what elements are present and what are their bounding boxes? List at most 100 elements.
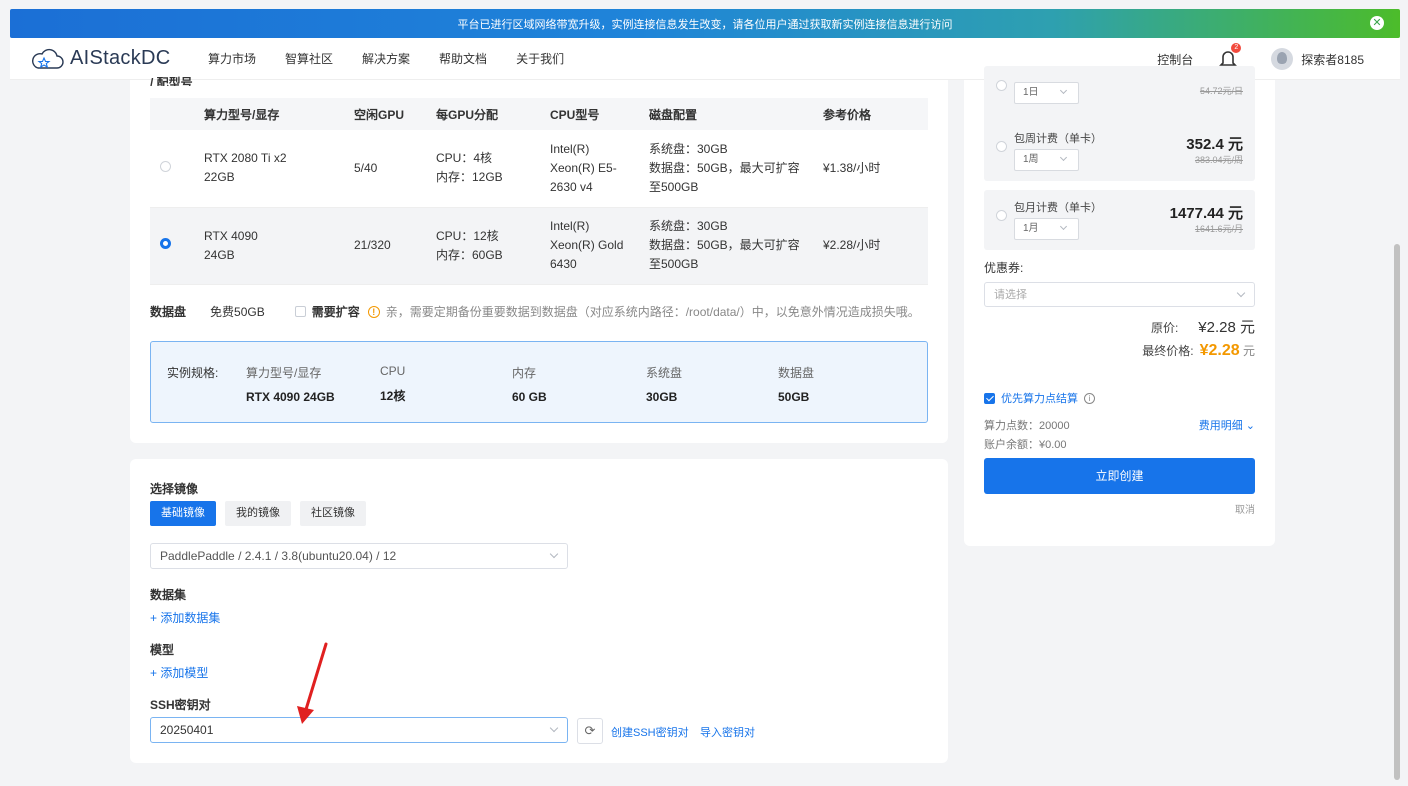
create-now-button[interactable]: 立即创建 [984, 458, 1255, 494]
spec-cpu: CPU 12核 [380, 364, 406, 403]
cpu-model: 2630 v4 [550, 179, 593, 194]
chevron-down-icon [1236, 288, 1246, 298]
plan-orig-price: 54.72元/日 [1199, 86, 1243, 96]
tab-community-image[interactable]: 社区镜像 [300, 501, 366, 526]
original-price-line: 原价: ¥2.28 元 [1151, 316, 1255, 337]
create-ssh-key-link[interactable]: 创建SSH密钥对 [611, 724, 689, 740]
period-select[interactable]: 1周 [1014, 149, 1079, 171]
header-cpu: CPU型号 [550, 98, 649, 130]
model-title: 模型 [150, 643, 175, 657]
chevron-down-icon [1059, 153, 1068, 162]
gpu-selection-card: / 配型号 算力型号/显存 空闲GPU 每GPU分配 CPU型号 磁盘配置 参考… [130, 76, 948, 443]
chevron-down-icon [1059, 222, 1068, 231]
priority-checkbox[interactable] [984, 392, 995, 404]
import-key-link[interactable]: 导入密钥对 [700, 724, 755, 740]
plan-name: 包周计费（单卡） [1014, 133, 1102, 145]
logo-text: AIStackDC [70, 47, 171, 69]
expand-checkbox[interactable] [294, 306, 306, 317]
gpu-table: 算力型号/显存 空闲GPU 每GPU分配 CPU型号 磁盘配置 参考价格 RTX… [150, 98, 928, 285]
datadisk-row: 数据盘 免费50GB 需要扩容 ! 亲，需要定期备份重要数据到数据盘（对应系统内… [150, 303, 920, 320]
datadisk-tip: 亲，需要定期备份重要数据到数据盘（对应系统内路径：/root/data/）中，以… [385, 305, 920, 319]
final-price-line: 最终价格: ¥2.28 元 [1142, 342, 1255, 360]
table-row[interactable]: RTX 4090 24GB 21/320 CPU：12核 内存：60GB Intel… [150, 207, 928, 285]
gpu-type-filter-label: / 配型号 [150, 76, 193, 86]
expand-label[interactable]: 需要扩容 [312, 303, 360, 320]
coupon-placeholder: 请选择 [994, 289, 1027, 301]
final-price-label: 最终价格: [1142, 344, 1194, 358]
console-link[interactable]: 控制台 [1157, 51, 1193, 68]
header-disk: 磁盘配置 [649, 98, 823, 130]
plan-radio[interactable] [996, 80, 1007, 91]
chevron-down-icon [1059, 86, 1068, 95]
cancel-link[interactable]: 取消 [1235, 501, 1255, 516]
alloc-mem: 内存：12GB [436, 170, 503, 185]
gpu-model: RTX 2080 Ti x2 [204, 151, 287, 166]
plan-daily[interactable]: 1日 54.72元/日 [984, 66, 1255, 126]
banner-text: 平台已进行区域网络带宽升级，实例连接信息发生改变，请各位用户通过获取新实例连接信… [457, 18, 953, 31]
plan-radio[interactable] [996, 210, 1007, 221]
disk-config: 至500GB [649, 179, 699, 194]
nav-solutions[interactable]: 解决方案 [362, 50, 410, 67]
disk-config: 系统盘：30GB [649, 141, 728, 156]
instance-spec-box: 实例规格: 算力型号/显存 RTX 4090 24GB CPU 12核 内存 60 G… [150, 341, 928, 423]
nav-docs[interactable]: 帮助文档 [439, 50, 487, 67]
tab-base-image[interactable]: 基础镜像 [150, 501, 216, 526]
period-select[interactable]: 1月 [1014, 218, 1079, 240]
plan-radio[interactable] [996, 141, 1007, 152]
image-title: 选择镜像 [150, 482, 199, 496]
free-gpu: 21/320 [354, 207, 436, 285]
warning-icon: ! [367, 305, 380, 318]
spec-memory: 内存 60 GB [512, 366, 547, 404]
nav-community[interactable]: 智算社区 [285, 50, 333, 67]
ref-price: ¥1.38/小时 [823, 130, 928, 208]
free-gpu: 5/40 [354, 130, 436, 208]
account-balance: 账户余额：¥0.00 [984, 439, 1067, 451]
ssh-title: SSH密钥对 [150, 698, 211, 712]
alloc-cpu: CPU：12核 [436, 228, 499, 243]
notification-badge: 2 [1231, 43, 1242, 53]
disk-config: 系统盘：30GB [649, 219, 728, 233]
disk-config: 至500GB [649, 257, 699, 271]
order-summary-card: 1日 54.72元/日 包周计费（单卡） 1周 352.4 元 383.04元/… [964, 66, 1275, 546]
datadisk-label: 数据盘 [150, 305, 187, 319]
plan-name: 包月计费（单卡） [1014, 202, 1102, 214]
image-select[interactable]: PaddlePaddle / 2.4.1 / 3.8(ubuntu20.04) … [150, 543, 568, 569]
points-count: 算力点数：20000 [984, 420, 1070, 432]
info-icon[interactable]: i [1084, 392, 1095, 404]
nav-about[interactable]: 关于我们 [516, 50, 564, 67]
priority-label: 优先算力点结算 [1001, 393, 1078, 405]
gpu-mem: 24GB [204, 247, 235, 262]
fee-detail-link[interactable]: 费用明细 ⌄ [1199, 417, 1255, 433]
logo[interactable]: AIStackDC [30, 46, 200, 72]
tab-my-image[interactable]: 我的镜像 [225, 501, 291, 526]
period-select[interactable]: 1日 [1014, 82, 1079, 104]
image-select-value: PaddlePaddle / 2.4.1 / 3.8(ubuntu20.04) … [160, 549, 397, 563]
plan-monthly[interactable]: 包月计费（单卡） 1月 1477.44 元 1641.6元/月 [984, 190, 1255, 250]
close-circle-icon[interactable]: ✕ [1370, 16, 1384, 30]
ssh-key-select[interactable]: 20250401 [150, 717, 568, 743]
cpu-model: Xeon(R) Gold [550, 238, 624, 252]
final-price-unit: 元 [1242, 344, 1255, 358]
username[interactable]: 探索者8185 [1301, 51, 1364, 68]
refresh-icon[interactable]: ⟳ [577, 718, 603, 744]
add-model-link[interactable]: + 添加模型 [150, 664, 208, 681]
priority-points-option[interactable]: 优先算力点结算 i [984, 390, 1095, 406]
final-price-value: ¥2.28 [1199, 342, 1240, 359]
table-row[interactable]: RTX 2080 Ti x2 22GB 5/40 CPU：4核 内存：12GB In… [150, 130, 928, 208]
row-radio[interactable] [160, 160, 171, 172]
ref-price: ¥2.28/小时 [823, 207, 928, 285]
spec-system-disk: 系统盘 30GB [646, 366, 683, 404]
page-scrollbar[interactable] [1394, 244, 1400, 780]
chevron-down-icon [549, 723, 559, 733]
nav-compute-market[interactable]: 算力市场 [208, 50, 256, 67]
add-dataset-link[interactable]: + 添加数据集 [150, 609, 220, 626]
announcement-banner: 平台已进行区域网络带宽升级，实例连接信息发生改变，请各位用户通过获取新实例连接信… [10, 9, 1400, 38]
main-menu: 算力市场 智算社区 解决方案 帮助文档 关于我们 [208, 50, 593, 67]
plan-weekly[interactable]: 包周计费（单卡） 1周 352.4 元 383.04元/周 [984, 121, 1255, 181]
header-free-gpu: 空闲GPU [354, 98, 436, 130]
row-radio-selected[interactable] [160, 238, 171, 249]
coupon-select[interactable]: 请选择 [984, 282, 1255, 307]
ssh-key-value: 20250401 [160, 723, 214, 737]
spec-gpu: 算力型号/显存 RTX 4090 24GB [246, 366, 335, 404]
avatar[interactable] [1271, 48, 1294, 70]
